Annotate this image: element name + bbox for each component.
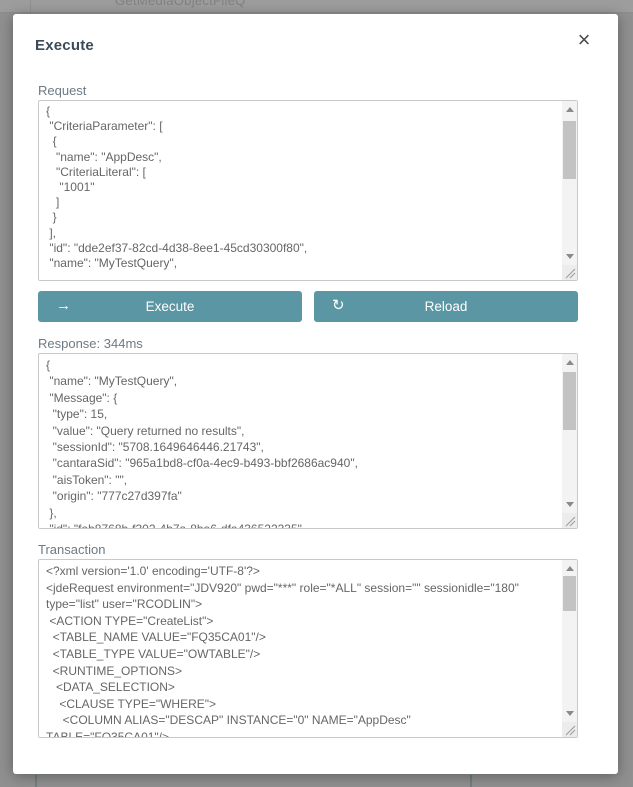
response-textarea-content: { "name": "MyTestQuery", "Message": { "t… bbox=[39, 354, 561, 528]
reload-icon: ↻ bbox=[332, 291, 345, 322]
scroll-down-icon[interactable] bbox=[566, 254, 574, 259]
background-divider bbox=[30, 0, 31, 12]
resize-grip-icon[interactable] bbox=[562, 722, 577, 737]
reload-button-label: Reload bbox=[425, 299, 468, 314]
dialog-actions: → Execute ↻ Reload bbox=[38, 291, 578, 322]
dialog-title: Execute bbox=[35, 37, 94, 54]
request-scrollbar-thumb[interactable] bbox=[563, 121, 576, 179]
resize-grip-icon[interactable] bbox=[562, 513, 577, 528]
request-textarea-content: { "CriteriaParameter": [ { "name": "AppD… bbox=[39, 101, 561, 280]
transaction-textarea-content: <?xml version='1.0' encoding='UTF-8'?> <… bbox=[39, 560, 561, 737]
response-scrollbar-track[interactable] bbox=[562, 354, 577, 513]
transaction-scrollbar-track[interactable] bbox=[562, 560, 577, 722]
scroll-down-icon[interactable] bbox=[566, 502, 574, 507]
background-page-text: GetMediaObjectFileQ bbox=[115, 0, 246, 8]
response-status-label: Response: 344ms bbox=[38, 336, 143, 351]
dimmed-background-page: GetMediaObjectFileQ bbox=[0, 0, 633, 13]
request-scrollbar-track[interactable] bbox=[562, 101, 577, 265]
transaction-scrollbar-thumb[interactable] bbox=[563, 576, 576, 611]
background-artifact bbox=[35, 775, 37, 787]
scroll-up-icon[interactable] bbox=[566, 566, 574, 571]
scroll-up-icon[interactable] bbox=[566, 360, 574, 365]
close-icon[interactable]: × bbox=[572, 28, 596, 52]
background-artifact bbox=[470, 775, 472, 787]
arrow-right-icon: → bbox=[56, 291, 71, 322]
response-scrollbar-thumb[interactable] bbox=[563, 372, 576, 430]
execute-dialog: Execute × Request { "CriteriaParameter":… bbox=[13, 14, 618, 774]
execute-button-label: Execute bbox=[146, 299, 195, 314]
execute-button[interactable]: → Execute bbox=[38, 291, 302, 322]
reload-button[interactable]: ↻ Reload bbox=[314, 291, 578, 322]
transaction-textarea[interactable]: <?xml version='1.0' encoding='UTF-8'?> <… bbox=[38, 559, 578, 738]
scroll-down-icon[interactable] bbox=[566, 711, 574, 716]
request-textarea[interactable]: { "CriteriaParameter": [ { "name": "AppD… bbox=[38, 100, 578, 281]
response-textarea[interactable]: { "name": "MyTestQuery", "Message": { "t… bbox=[38, 353, 578, 529]
request-label: Request bbox=[38, 83, 86, 98]
transaction-label: Transaction bbox=[38, 542, 105, 557]
resize-grip-icon[interactable] bbox=[562, 265, 577, 280]
scroll-up-icon[interactable] bbox=[566, 107, 574, 112]
